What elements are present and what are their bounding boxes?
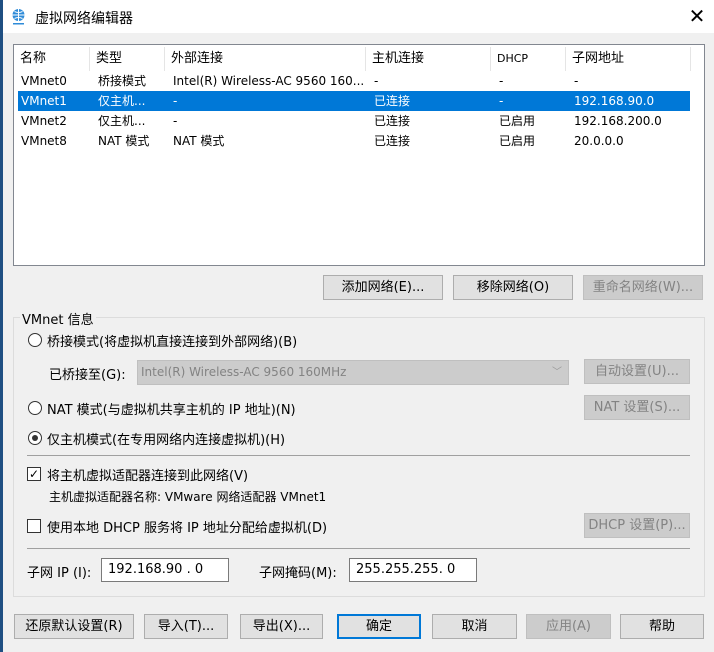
connect-adapter-label[interactable]: 将主机虚拟适配器连接到此网络(V) <box>47 465 248 484</box>
window-title: 虚拟网络编辑器 <box>35 11 133 27</box>
cell-subnet: 20.0.0.0 <box>574 134 624 148</box>
table-row[interactable]: VMnet1 仅主机... - 已连接 - 192.168.90.0 <box>18 91 690 111</box>
hostonly-radio-label[interactable]: 仅主机模式(在专用网络内连接虚拟机)(H) <box>47 429 285 448</box>
cell-name: VMnet1 <box>21 94 67 108</box>
table-row[interactable]: VMnet8 NAT 模式 NAT 模式 已连接 已启用 20.0.0.0 <box>18 131 690 151</box>
dhcp-checkbox[interactable] <box>27 519 41 533</box>
bridged-to-label: 已桥接至(G): <box>49 368 126 383</box>
cell-external: NAT 模式 <box>173 134 225 148</box>
nat-radio-label[interactable]: NAT 模式(与虚拟机共享主机的 IP 地址)(N) <box>47 399 296 418</box>
cell-subnet: 192.168.90.0 <box>574 94 655 108</box>
separator <box>27 548 690 549</box>
import-button[interactable]: 导入(T)... <box>144 614 228 639</box>
window-frame <box>0 0 3 652</box>
network-list[interactable]: 名称 类型 外部连接 主机连接 DHCP 子网地址 VMnet0 桥接模式 Inte… <box>13 44 705 266</box>
dhcp-settings-button[interactable]: DHCP 设置(P)... <box>584 513 690 538</box>
rename-network-button[interactable]: 重命名网络(W)... <box>583 275 703 300</box>
subnet-ip-label: 子网 IP (I): <box>27 566 92 581</box>
cell-host: 已连接 <box>374 134 411 148</box>
chevron-down-icon: ﹀ <box>552 367 562 378</box>
help-button[interactable]: 帮助 <box>620 614 704 639</box>
group-label: VMnet 信息 <box>20 309 96 328</box>
dhcp-checkbox-label[interactable]: 使用本地 DHCP 服务将 IP 地址分配给虚拟机(D) <box>47 517 327 536</box>
network-globe-icon <box>12 9 25 25</box>
column-header-host[interactable]: 主机连接 <box>366 47 491 71</box>
connect-adapter-checkbox[interactable]: ✓ <box>27 467 41 481</box>
restore-defaults-button[interactable]: 还原默认设置(R) <box>14 614 134 639</box>
adapter-name-text: 主机虚拟适配器名称: VMware 网络适配器 VMnet1 <box>49 490 327 504</box>
column-header-type[interactable]: 类型 <box>90 47 165 71</box>
cell-subnet: 192.168.200.0 <box>574 114 662 128</box>
cell-host: - <box>374 74 379 88</box>
bridged-to-value: Intel(R) Wireless-AC 9560 160MHz <box>141 365 347 379</box>
cancel-button[interactable]: 取消 <box>432 614 517 639</box>
cell-external: - <box>173 94 178 108</box>
add-network-button[interactable]: 添加网络(E)... <box>323 275 443 300</box>
column-header-external[interactable]: 外部连接 <box>165 47 366 71</box>
cell-type: 仅主机... <box>98 94 146 108</box>
cell-dhcp: - <box>499 94 504 108</box>
ok-button[interactable]: 确定 <box>337 614 421 639</box>
bridged-radio-label[interactable]: 桥接模式(将虚拟机直接连接到外部网络)(B) <box>47 331 297 350</box>
cell-type: NAT 模式 <box>98 134 150 148</box>
export-button[interactable]: 导出(X)... <box>240 614 323 639</box>
table-row[interactable]: VMnet0 桥接模式 Intel(R) Wireless-AC 9560 160.… <box>18 71 690 91</box>
bridged-to-select[interactable]: Intel(R) Wireless-AC 9560 160MHz ﹀ <box>137 360 569 385</box>
separator <box>27 455 690 456</box>
hostonly-radio[interactable] <box>28 431 42 445</box>
cell-host: 已连接 <box>374 94 411 108</box>
cell-dhcp: 已启用 <box>499 134 536 148</box>
cell-type: 仅主机... <box>98 114 146 128</box>
subnet-mask-label: 子网掩码(M): <box>259 566 337 581</box>
column-header-subnet[interactable]: 子网地址 <box>566 47 691 71</box>
cell-name: VMnet8 <box>21 134 67 148</box>
auto-settings-button[interactable]: 自动设置(U)... <box>584 359 690 384</box>
cell-subnet: - <box>574 74 579 88</box>
subnet-ip-input[interactable]: 192.168.90 . 0 <box>101 558 229 582</box>
cell-host: 已连接 <box>374 114 411 128</box>
cell-external: - <box>173 114 178 128</box>
table-row[interactable]: VMnet2 仅主机... - 已连接 已启用 192.168.200.0 <box>18 111 690 131</box>
title-bar: 虚拟网络编辑器 ✕ <box>3 0 714 33</box>
column-header-name[interactable]: 名称 <box>14 47 90 71</box>
cell-type: 桥接模式 <box>98 74 147 88</box>
subnet-mask-input[interactable]: 255.255.255. 0 <box>349 558 477 582</box>
close-icon[interactable]: ✕ <box>679 0 714 32</box>
cell-external: Intel(R) Wireless-AC 9560 160... <box>173 74 365 88</box>
column-header-dhcp[interactable]: DHCP <box>491 47 566 71</box>
nat-settings-button[interactable]: NAT 设置(S)... <box>584 395 690 420</box>
cell-dhcp: - <box>499 74 504 88</box>
apply-button[interactable]: 应用(A) <box>526 614 611 639</box>
cell-dhcp: 已启用 <box>499 114 536 128</box>
nat-radio[interactable] <box>28 401 42 415</box>
cell-name: VMnet2 <box>21 114 67 128</box>
remove-network-button[interactable]: 移除网络(O) <box>453 275 573 300</box>
cell-name: VMnet0 <box>21 74 67 88</box>
bridged-radio[interactable] <box>28 333 42 347</box>
